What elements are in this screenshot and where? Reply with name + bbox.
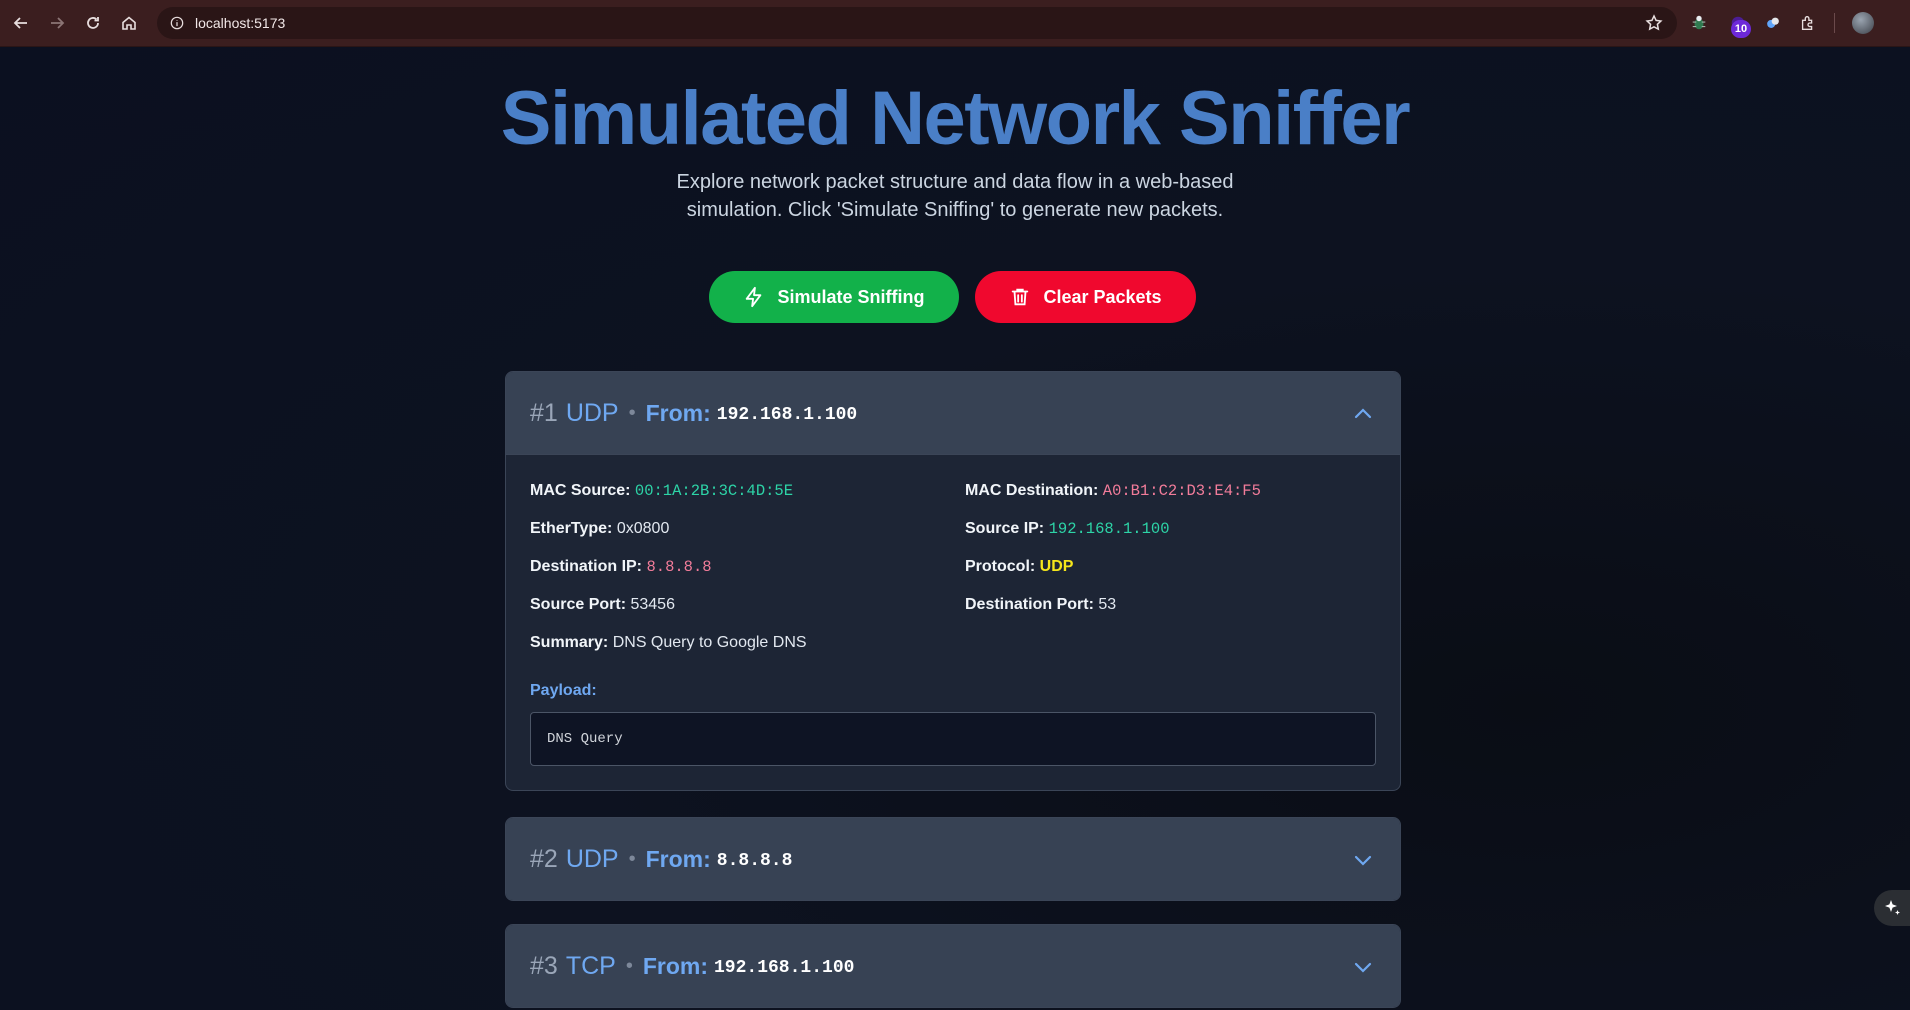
url-text[interactable]: localhost:5173 xyxy=(195,15,285,31)
source-ip-field: Source IP: 192.168.1.100 xyxy=(965,517,1365,540)
mac-source-value: 00:1A:2B:3C:4D:5E xyxy=(634,482,794,500)
protocol-field: Protocol: UDP xyxy=(965,555,1365,578)
from-ip: 192.168.1.100 xyxy=(716,405,858,425)
trash-icon xyxy=(1012,288,1029,306)
chevron-down-icon[interactable] xyxy=(1352,849,1374,871)
lightning-icon xyxy=(746,286,762,308)
profile-avatar[interactable] xyxy=(1852,12,1874,34)
packet-number: #1 xyxy=(530,398,558,427)
ethertype-field: EtherType: 0x0800 xyxy=(530,517,965,540)
extension-bug-icon[interactable] xyxy=(1688,12,1710,34)
mac-source-field: MAC Source: 00:1A:2B:3C:4D:5E xyxy=(530,479,965,502)
source-port-value: 53456 xyxy=(630,596,675,613)
payload-box: DNS Query xyxy=(530,712,1376,766)
mac-destination-value: A0:B1:C2:D3:E4:F5 xyxy=(1102,482,1261,500)
simulate-sniffing-label: Simulate Sniffing xyxy=(777,286,925,307)
summary-field: Summary: DNS Query to Google DNS xyxy=(530,631,1365,654)
simulate-sniffing-button[interactable]: Simulate Sniffing xyxy=(709,271,959,323)
ethertype-label: EtherType: xyxy=(530,520,613,537)
clear-packets-button[interactable]: Clear Packets xyxy=(975,271,1196,323)
from-label: From: xyxy=(645,845,711,872)
browser-toolbar: localhost:5173 10 xyxy=(0,0,1910,47)
destination-ip-value: 8.8.8.8 xyxy=(646,558,712,576)
packet-number: #2 xyxy=(530,844,558,873)
packet-header[interactable]: #1 UDP • From: 192.168.1.100 xyxy=(506,372,1400,454)
ethertype-value: 0x0800 xyxy=(616,520,670,537)
destination-port-label: Destination Port: xyxy=(965,596,1094,613)
payload-label: Payload: xyxy=(530,682,597,699)
destination-ip-field: Destination IP: 8.8.8.8 xyxy=(530,555,965,578)
chevron-up-icon[interactable] xyxy=(1352,403,1374,425)
reload-icon[interactable] xyxy=(78,8,108,38)
sparkle-icon xyxy=(1885,900,1900,915)
summary-value: DNS Query to Google DNS xyxy=(612,634,807,651)
back-icon[interactable] xyxy=(6,8,36,38)
source-port-label: Source Port: xyxy=(530,596,627,613)
toolbar-divider xyxy=(1834,13,1835,33)
packet-protocol: UDP xyxy=(565,398,619,427)
extension-cloud-icon[interactable] xyxy=(1762,12,1784,34)
home-icon[interactable] xyxy=(114,8,144,38)
packet-card: #3 TCP • From: 192.168.1.100 xyxy=(505,924,1401,1008)
page-subtitle: Explore network packet structure and dat… xyxy=(676,171,1234,221)
mac-destination-field: MAC Destination: A0:B1:C2:D3:E4:F5 xyxy=(965,479,1365,502)
separator-dot: • xyxy=(628,401,636,424)
protocol-label: Protocol: xyxy=(965,558,1036,575)
destination-port-field: Destination Port: 53 xyxy=(965,593,1365,616)
from-ip: 8.8.8.8 xyxy=(716,851,793,871)
from-ip: 192.168.1.100 xyxy=(714,958,855,978)
mac-source-label: MAC Source: xyxy=(530,482,631,499)
packet-protocol: TCP xyxy=(565,951,616,980)
summary-label: Summary: xyxy=(530,634,609,651)
payload-value: DNS Query xyxy=(547,731,623,747)
destination-port-value: 53 xyxy=(1098,596,1117,613)
packet-details: MAC Source: 00:1A:2B:3C:4D:5E MAC Destin… xyxy=(506,454,1400,790)
address-bar[interactable]: localhost:5173 xyxy=(157,7,1677,39)
packet-card: #1 UDP • From: 192.168.1.100 MAC Source:… xyxy=(505,371,1401,791)
clear-packets-label: Clear Packets xyxy=(1043,286,1162,307)
source-ip-value: 192.168.1.100 xyxy=(1048,520,1170,538)
packet-number: #3 xyxy=(530,951,558,980)
packet-header[interactable]: #2 UDP • From: 8.8.8.8 xyxy=(506,818,1400,900)
extensions-puzzle-icon[interactable] xyxy=(1797,12,1819,34)
ai-sparkle-button[interactable] xyxy=(1874,890,1910,926)
separator-dot: • xyxy=(628,847,636,870)
protocol-value: UDP xyxy=(1039,558,1074,575)
packet-card: #2 UDP • From: 8.8.8.8 xyxy=(505,817,1401,901)
extension-badge: 10 xyxy=(1731,20,1751,38)
from-label: From: xyxy=(645,399,711,426)
mac-destination-label: MAC Destination: xyxy=(965,482,1099,499)
site-info-icon[interactable] xyxy=(169,15,185,31)
bookmark-star-icon[interactable] xyxy=(1645,14,1663,32)
separator-dot: • xyxy=(625,954,633,977)
forward-icon[interactable] xyxy=(42,8,72,38)
packet-protocol: UDP xyxy=(565,844,619,873)
destination-ip-label: Destination IP: xyxy=(530,558,643,575)
app-main: Simulated Network Sniffer Explore networ… xyxy=(0,47,1910,1010)
from-label: From: xyxy=(642,952,708,979)
source-port-field: Source Port: 53456 xyxy=(530,593,965,616)
page-title: Simulated Network Sniffer xyxy=(500,76,1411,161)
source-ip-label: Source IP: xyxy=(965,520,1045,537)
chevron-down-icon[interactable] xyxy=(1352,956,1374,978)
packet-header[interactable]: #3 TCP • From: 192.168.1.100 xyxy=(506,925,1400,1007)
